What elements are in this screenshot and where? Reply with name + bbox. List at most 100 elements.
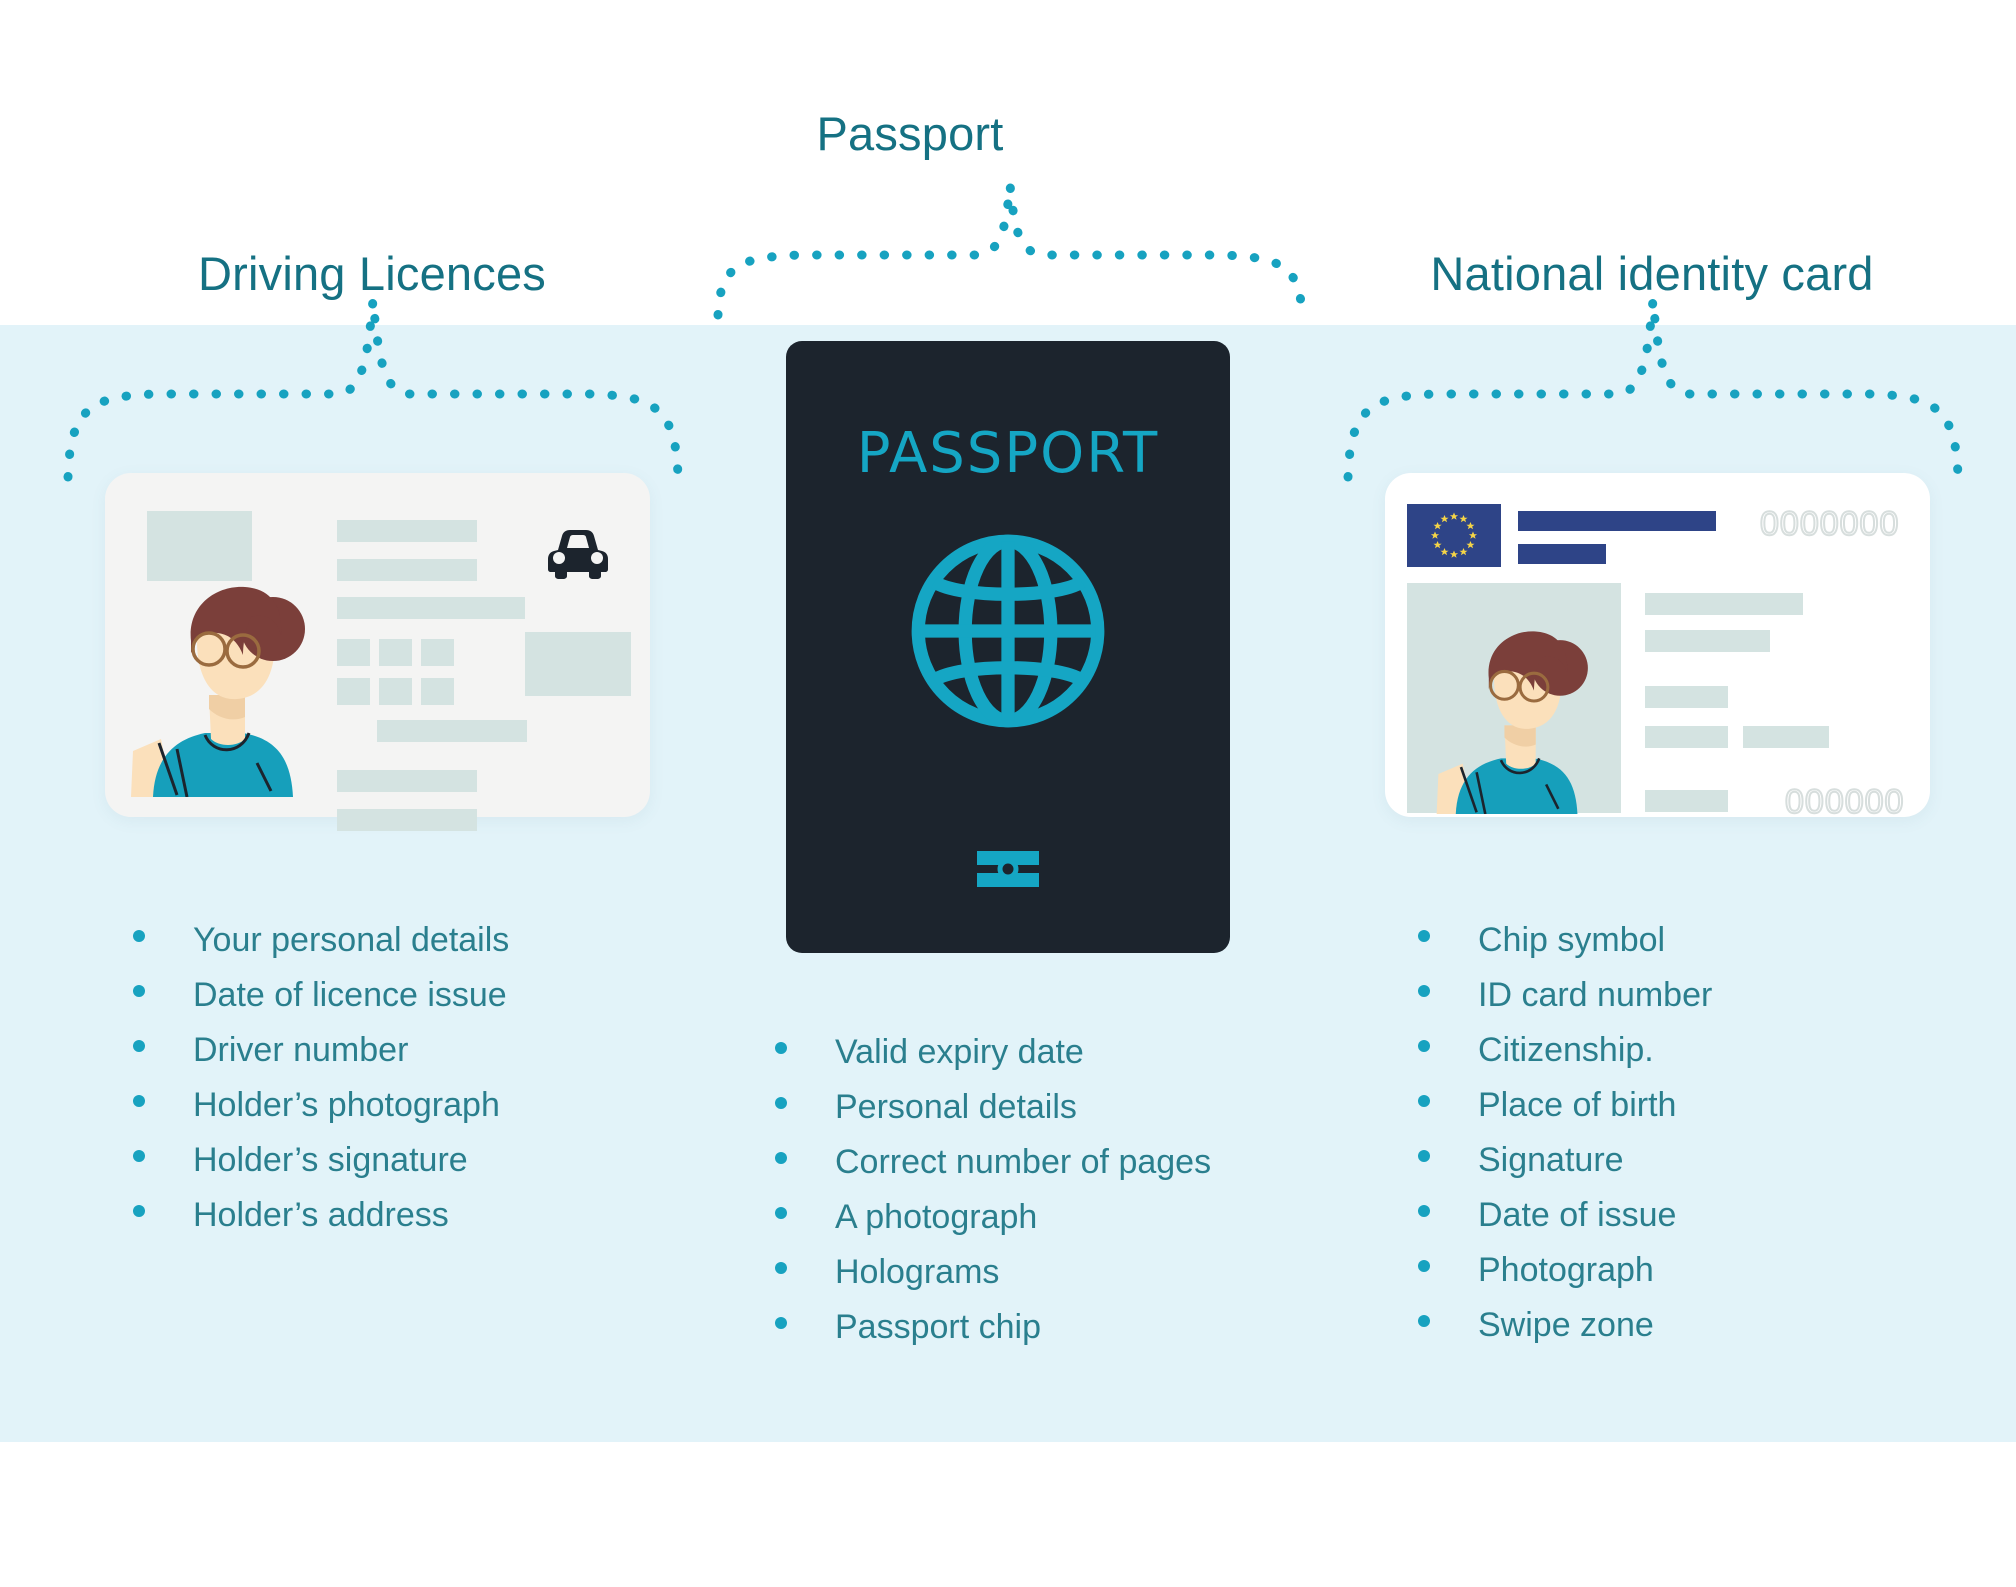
card-signature-bar — [377, 720, 527, 742]
bullet-dot-icon — [1418, 1205, 1430, 1217]
list-item-label: Chip symbol — [1478, 921, 1666, 959]
card-field-bar — [337, 770, 477, 792]
list-item-label: Passport chip — [835, 1308, 1041, 1346]
bullet-dot-icon — [1418, 1095, 1430, 1107]
passport-book-illustration: PASSPORT — [786, 341, 1230, 953]
bullet-dot-icon — [1418, 1315, 1430, 1327]
list-item: Date of licence issue — [133, 968, 509, 1023]
list-item: Signature — [1418, 1133, 1712, 1188]
list-item: Driver number — [133, 1023, 509, 1078]
card-number-top: 0000000 — [1759, 504, 1900, 544]
list-item: Photograph — [1418, 1243, 1712, 1298]
card-field-bar — [337, 597, 525, 619]
list-item: Citizenship. — [1418, 1023, 1712, 1078]
list-item-label: Holder’s signature — [193, 1141, 468, 1179]
globe-icon — [911, 534, 1105, 728]
card-number-bottom: 000000 — [1784, 782, 1905, 822]
bullet-dot-icon — [775, 1262, 787, 1274]
card-field-bar — [337, 520, 477, 542]
list-item-label: Place of birth — [1478, 1086, 1677, 1124]
card-field-block — [147, 511, 252, 581]
bullet-dot-icon — [133, 1040, 145, 1052]
biometric-chip-icon — [977, 851, 1039, 887]
page-title-passport: Passport — [816, 107, 1004, 160]
dotted-brace-national-identity-card — [1343, 299, 1963, 482]
card-field-bar — [337, 809, 477, 831]
list-item-label: Driver number — [193, 1031, 409, 1069]
bullet-dot-icon — [1418, 985, 1430, 997]
list-item: Valid expiry date — [775, 1025, 1211, 1080]
national-identity-card-illustration: 0000000 000000 — [1385, 473, 1930, 822]
list-item: Date of issue — [1418, 1188, 1712, 1243]
list-item-label: Signature — [1478, 1141, 1624, 1179]
card-field-bar — [1645, 790, 1728, 812]
list-item-label: Personal details — [835, 1088, 1077, 1126]
card-field-bar — [337, 559, 477, 581]
bullet-dot-icon — [775, 1317, 787, 1329]
driving-licence-card-illustration — [105, 473, 650, 831]
bullet-dot-icon — [133, 1205, 145, 1217]
driving-licence-feature-list: Your personal details Date of licence iss… — [133, 913, 509, 1243]
list-item-label: Your personal details — [193, 921, 510, 959]
bullet-dot-icon — [133, 985, 145, 997]
bullet-dot-icon — [775, 1097, 787, 1109]
list-item-label: A photograph — [835, 1198, 1038, 1236]
bullet-dot-icon — [775, 1152, 787, 1164]
card-field-chip — [337, 639, 370, 666]
bullet-dot-icon — [1418, 930, 1430, 942]
list-item-label: Correct number of pages — [835, 1143, 1212, 1181]
list-item: Holder’s photograph — [133, 1078, 509, 1133]
bullet-dot-icon — [133, 1150, 145, 1162]
list-item-label: Date of licence issue — [193, 976, 507, 1014]
passport-feature-list: Valid expiry date Personal details Correct… — [775, 1025, 1211, 1355]
bullet-dot-icon — [1418, 1040, 1430, 1052]
dotted-brace-passport — [713, 184, 1307, 320]
card-field-bar — [1645, 593, 1803, 615]
list-item-label: Swipe zone — [1478, 1306, 1654, 1344]
card-field-bar — [1645, 686, 1728, 708]
list-item: ID card number — [1418, 968, 1712, 1023]
card-field-chip — [421, 639, 454, 666]
bullet-dot-icon — [775, 1042, 787, 1054]
list-item: Holder’s address — [133, 1188, 509, 1243]
list-item: Correct number of pages — [775, 1135, 1211, 1190]
eu-flag-icon — [1407, 504, 1501, 567]
bullet-dot-icon — [775, 1207, 787, 1219]
bullet-dot-icon — [133, 930, 145, 942]
list-item: Swipe zone — [1418, 1298, 1712, 1353]
card-field-chip — [379, 678, 412, 705]
bullet-dot-icon — [1418, 1150, 1430, 1162]
dotted-brace-driving-licences — [63, 299, 683, 482]
list-item: Personal details — [775, 1080, 1211, 1135]
avatar-portrait — [131, 586, 305, 797]
card-field-chip — [421, 678, 454, 705]
list-item: Holder’s signature — [133, 1133, 509, 1188]
list-item: Place of birth — [1418, 1078, 1712, 1133]
list-item: Holograms — [775, 1245, 1211, 1300]
card-field-bar — [1645, 630, 1770, 652]
card-field-bar — [1743, 726, 1829, 748]
card-title-bar — [1518, 511, 1716, 531]
avatar-portrait — [1436, 631, 1588, 814]
list-item-label: Holder’s address — [193, 1196, 449, 1234]
bullet-dot-icon — [1418, 1260, 1430, 1272]
list-item: Passport chip — [775, 1300, 1211, 1355]
list-item: A photograph — [775, 1190, 1211, 1245]
car-icon — [548, 530, 608, 579]
card-subtitle-bar — [1518, 544, 1606, 564]
list-item-label: Photograph — [1478, 1251, 1654, 1289]
list-item-label: Holder’s photograph — [193, 1086, 500, 1124]
list-item-label: Date of issue — [1478, 1196, 1677, 1234]
list-item-label: ID card number — [1478, 976, 1713, 1014]
national-identity-card-feature-list: Chip symbol ID card number Citizenship. Pla… — [1418, 913, 1712, 1353]
list-item-label: Valid expiry date — [835, 1033, 1084, 1071]
card-field-chip — [337, 678, 370, 705]
card-field-bar — [1645, 726, 1728, 748]
list-item-label: Citizenship. — [1478, 1031, 1654, 1069]
passport-cover-title: PASSPORT — [856, 421, 1160, 486]
card-field-chip — [379, 639, 412, 666]
bullet-dot-icon — [133, 1095, 145, 1107]
list-item: Chip symbol — [1418, 913, 1712, 968]
card-hologram-block — [525, 632, 631, 696]
list-item-label: Holograms — [835, 1253, 1000, 1291]
